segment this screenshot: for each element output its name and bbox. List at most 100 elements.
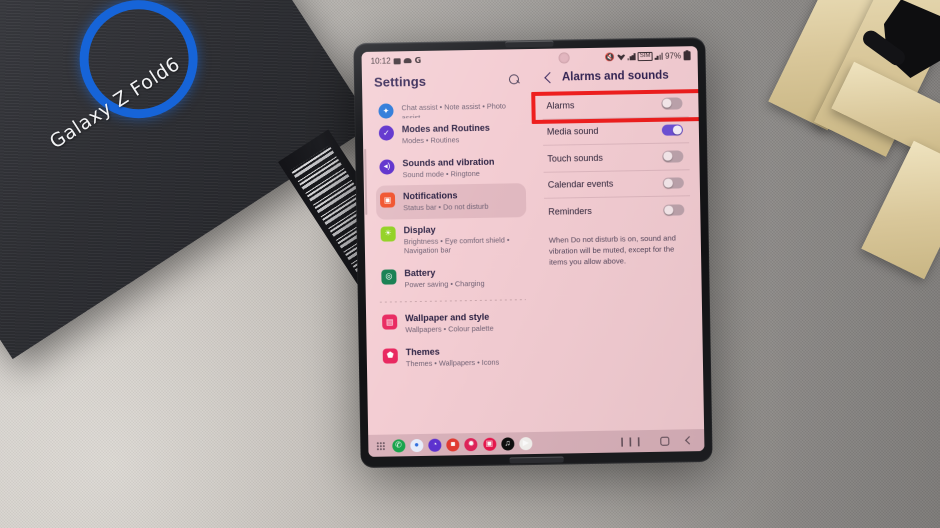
toggle-label: Alarms [546, 100, 575, 111]
settings-item-subtitle: Status bar • Do not disturb [403, 201, 489, 213]
settings-item-title: Modes and Routines [401, 122, 490, 135]
dock-apps: ✆ ● ◔ ■ ✹ ▣ ♫ ▶ [389, 436, 535, 452]
toggle-knob [662, 98, 672, 108]
detail-header: Alarms and sounds [542, 65, 688, 93]
settings-item-text: Display Brightness • Eye comfort shield •… [403, 223, 521, 256]
detail-title: Alarms and sounds [561, 69, 669, 84]
recents-icon[interactable]: ❙❙❙ [618, 436, 643, 447]
toggle-knob [663, 151, 673, 161]
status-bar-clock: 10:12 [370, 56, 391, 66]
settings-item-subtitle: Modes • Routines [401, 135, 460, 146]
settings-item-title: Notifications [402, 190, 458, 202]
youtube-app-icon[interactable]: ▣ [482, 437, 496, 451]
search-icon[interactable] [509, 74, 520, 85]
sounds-vibration-icon: ◂) [379, 158, 395, 175]
scrollbar[interactable] [364, 148, 368, 215]
cloud-icon [403, 58, 412, 64]
toggle-switch[interactable] [663, 203, 685, 216]
settings-item-title: Sounds and vibration [402, 156, 495, 168]
toggle-row-touch-sounds[interactable]: Touch sounds [543, 143, 690, 173]
galaxy-ai-icon: ✦ [378, 103, 394, 119]
toggle-label: Calendar events [547, 178, 614, 190]
reddit-app-icon[interactable]: ■ [446, 437, 460, 452]
settings-item-text: Themes Themes • Wallpapers • Icons [406, 345, 500, 368]
back-chevron-icon[interactable] [544, 72, 556, 84]
settings-item-wallpaper-and-style[interactable]: ▤ Wallpaper and style Wallpapers • Colour … [378, 305, 529, 341]
settings-item-subtitle: Power saving • Charging [404, 278, 485, 289]
signal-icon [627, 53, 636, 61]
settings-item-subtitle: Themes • Wallpapers • Icons [405, 357, 500, 368]
battery-icon [683, 51, 691, 61]
settings-item-text: Modes and Routines Modes • Routines [402, 123, 490, 146]
modes-routines-icon: ✓ [378, 125, 395, 141]
toggle-row-reminders[interactable]: Reminders [544, 196, 690, 225]
settings-item-galaxy-ai[interactable]: ✦Galaxy AIChat assist • Note assist • Ph… [374, 94, 524, 119]
toggle-row-media-sound[interactable]: Media sound [542, 116, 690, 146]
toggle-switch[interactable] [661, 97, 683, 110]
settings-item-modes-and-routines[interactable]: ✓ Modes and Routines Modes • Routines [375, 116, 526, 152]
samsung-internet-app-icon[interactable]: ◔ [428, 438, 442, 452]
wifi-icon [617, 53, 625, 60]
hinge-notch-bottom [509, 456, 564, 464]
phone-screen: 10:12 G 🔇 SIM 97% Settings ✦ Chat assist… [361, 46, 705, 457]
settings-item-subtitle: Wallpapers • Colour palette [405, 323, 494, 335]
settings-item-subtitle: Brightness • Eye comfort shield • Naviga… [403, 234, 510, 256]
back-icon[interactable] [685, 436, 694, 445]
settings-item-title: Wallpaper and style [405, 311, 490, 324]
settings-item-title: Battery [404, 267, 436, 278]
phone-frame: 10:12 G 🔇 SIM 97% Settings ✦ Chat assist… [353, 36, 713, 469]
settings-item-themes[interactable]: ⬟ Themes Themes • Wallpapers • Icons [379, 339, 530, 375]
toggle-row-calendar-events[interactable]: Calendar events [543, 169, 691, 199]
settings-item-battery[interactable]: ◎ Battery Power saving • Charging [377, 260, 528, 296]
settings-item-text: Notifications Status bar • Do not disturb [403, 190, 489, 213]
toggle-label: Media sound [546, 126, 599, 137]
settings-item-display[interactable]: ☀ Display Brightness • Eye comfort shield … [376, 217, 527, 263]
toggle-switch[interactable] [661, 123, 683, 136]
settings-item-text: Battery Power saving • Charging [404, 266, 484, 289]
flower-app-icon[interactable]: ✹ [464, 437, 478, 451]
notifications-icon: ▣ [379, 192, 396, 208]
messages-app-icon[interactable]: ● [410, 438, 424, 452]
toggle-switch[interactable] [662, 150, 684, 163]
settings-item-title: Themes [405, 346, 440, 357]
toggle-row-alarms[interactable]: Alarms [542, 90, 689, 120]
battery-percent-label: 97% [664, 51, 682, 61]
phone-app-icon[interactable]: ✆ [391, 438, 406, 452]
themes-icon: ⬟ [382, 347, 398, 364]
toggle-list: Alarms Media sound Touch sounds Calendar ev… [542, 90, 691, 225]
settings-header: Settings [374, 68, 524, 97]
toggle-label: Reminders [548, 206, 592, 217]
settings-split-view: Settings ✦Galaxy AIChat assist • Note as… [362, 65, 704, 435]
settings-item-text: Wallpaper and style Wallpapers • Colour p… [405, 312, 494, 335]
settings-left-pane[interactable]: Settings ✦Galaxy AIChat assist • Note as… [362, 68, 540, 435]
status-bar-right: 🔇 SIM 97% [604, 51, 691, 62]
battery-icon: ◎ [381, 268, 397, 285]
settings-item-title: Display [403, 224, 436, 235]
page-title: Settings [373, 73, 427, 90]
spotify-app-icon[interactable]: ♫ [500, 436, 515, 451]
sim-icon: SIM [637, 51, 653, 62]
google-g-icon: G [414, 55, 422, 66]
toggle-knob [664, 205, 674, 215]
alarms-and-sounds-pane: Alarms and sounds Alarms Media sound Touch… [531, 65, 704, 432]
image-icon [393, 57, 401, 64]
apps-grid-icon[interactable] [376, 441, 386, 451]
settings-list: ✦Galaxy AIChat assist • Note assist • Ph… [374, 94, 529, 375]
settings-item-notifications[interactable]: ▣ Notifications Status bar • Do not distur… [375, 183, 527, 220]
wallpaper-style-icon: ▤ [382, 314, 398, 330]
home-icon[interactable] [660, 436, 670, 446]
toggle-label: Touch sounds [547, 152, 603, 164]
navigation-bar: ❙❙❙ [618, 435, 696, 447]
list-divider [379, 299, 526, 303]
toggle-switch[interactable] [662, 176, 684, 189]
hinge-notch-top [505, 40, 554, 48]
foldable-phone: 10:12 G 🔇 SIM 97% Settings ✦ Chat assist… [353, 36, 713, 469]
mute-icon: 🔇 [604, 52, 615, 62]
settings-item-sounds-and-vibration[interactable]: ◂) Sounds and vibration Sound mode • Ringt… [375, 150, 526, 186]
status-bar-left: 10:12 G [371, 56, 422, 66]
play-store-app-icon[interactable]: ▶ [519, 436, 533, 450]
dnd-note: When Do not disturb is on, sound and vib… [548, 233, 676, 267]
toggle-knob [664, 178, 673, 188]
signal2-icon [654, 52, 663, 60]
toggle-knob [672, 125, 682, 135]
